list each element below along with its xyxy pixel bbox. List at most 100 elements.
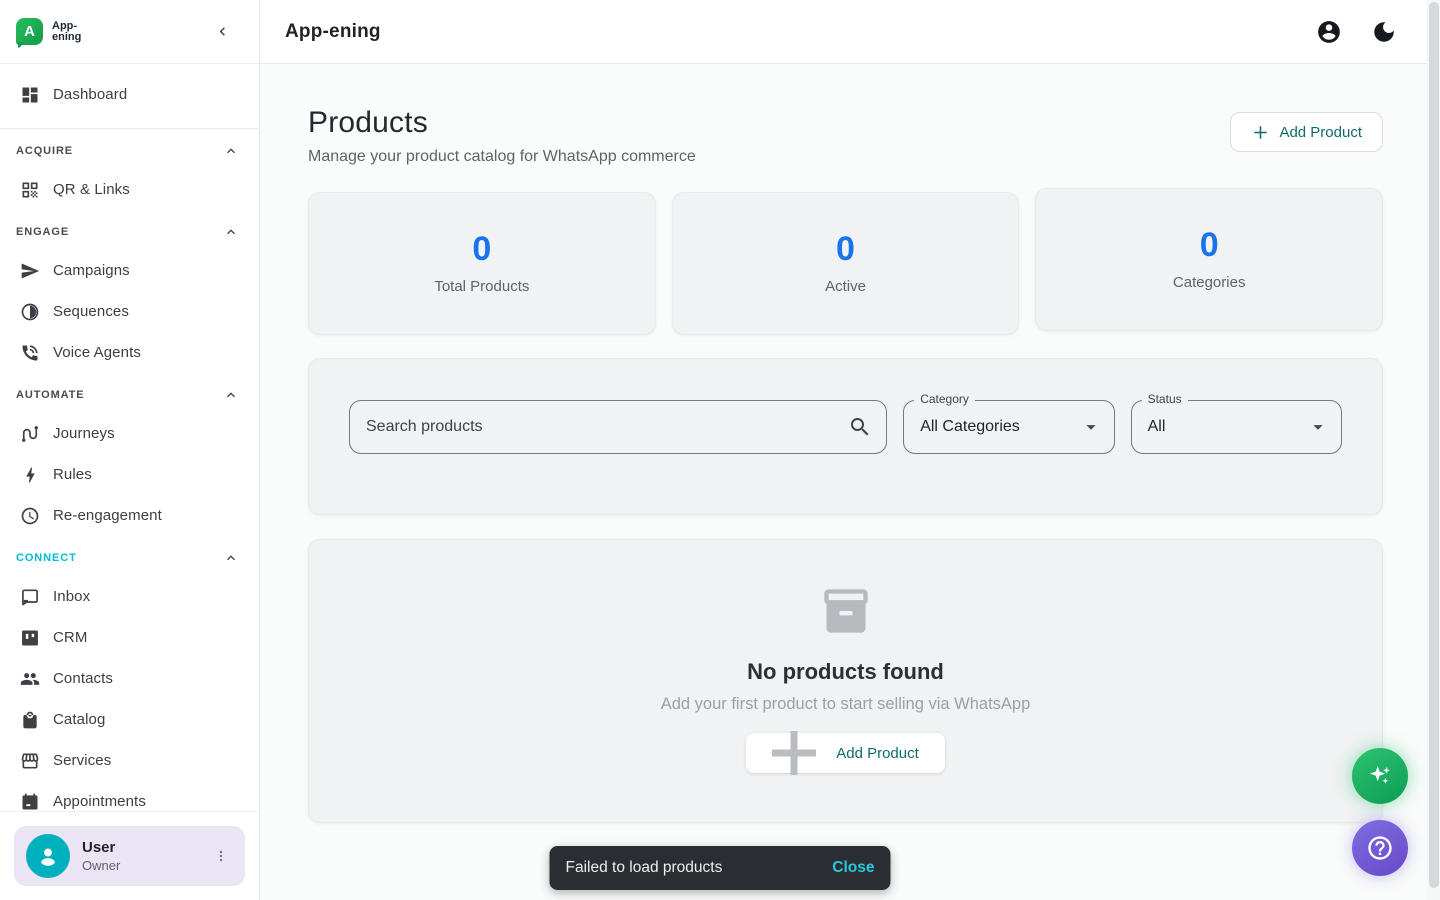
- dark-mode-toggle[interactable]: [1370, 18, 1398, 46]
- sidebar-section-engage[interactable]: ENGAGE: [0, 214, 259, 250]
- sidebar-divider: [0, 128, 259, 129]
- more-vert-icon: [212, 847, 230, 865]
- sidebar-item-sequences[interactable]: Sequences: [0, 291, 259, 332]
- help-fab[interactable]: [1352, 820, 1408, 876]
- person-icon: [34, 842, 62, 870]
- sidebar-item-dashboard[interactable]: Dashboard: [0, 74, 259, 115]
- chevron-up-icon: [223, 387, 239, 403]
- clock-icon: [20, 506, 40, 526]
- page-header: Products Manage your product catalog for…: [308, 108, 1383, 166]
- topbar-actions: [1315, 18, 1398, 46]
- user-meta: User Owner: [82, 839, 120, 873]
- logo-line1: App-: [52, 21, 81, 32]
- add-product-button[interactable]: Add Product: [1230, 112, 1383, 152]
- sidebar-header: A App- ening: [0, 0, 259, 64]
- stat-value: 0: [836, 232, 855, 266]
- sidebar-item-qr-links[interactable]: QR & Links: [0, 169, 259, 210]
- search-icon: [848, 415, 872, 439]
- sidebar-item-catalog[interactable]: Catalog: [0, 699, 259, 740]
- section-label: CONNECT: [16, 552, 77, 564]
- sparkles-icon: [1366, 762, 1394, 790]
- sidebar-item-rules[interactable]: Rules: [0, 454, 259, 495]
- chevron-up-icon: [223, 550, 239, 566]
- sidebar-item-label: Rules: [53, 466, 92, 483]
- empty-state: No products found Add your first product…: [308, 539, 1383, 823]
- user-avatar: [26, 834, 70, 878]
- filter-bar: Category All Categories Status All: [308, 358, 1383, 515]
- page-scrollbar: [1427, 0, 1440, 900]
- empty-add-product-label: Add Product: [836, 745, 919, 762]
- sidebar-item-label: Services: [53, 752, 111, 769]
- toast-message: Failed to load products: [566, 859, 723, 877]
- page-title: Products: [308, 108, 696, 138]
- add-product-label: Add Product: [1279, 124, 1362, 141]
- sidebar-item-re-engagement[interactable]: Re-engagement: [0, 495, 259, 536]
- sidebar-item-campaigns[interactable]: Campaigns: [0, 250, 259, 291]
- user-menu-button[interactable]: [209, 844, 233, 868]
- sidebar-item-label: Journeys: [53, 425, 115, 442]
- empty-state-title: No products found: [747, 659, 944, 685]
- ai-assistant-fab[interactable]: [1352, 748, 1408, 804]
- sidebar-item-inbox[interactable]: Inbox: [0, 576, 259, 617]
- category-select-label: Category: [914, 392, 975, 406]
- sidebar-item-label: Sequences: [53, 303, 129, 320]
- chevron-up-icon: [223, 224, 239, 240]
- sidebar-item-label: CRM: [53, 629, 87, 646]
- sidebar-item-label: QR & Links: [53, 181, 130, 198]
- app-logo: A: [16, 18, 43, 45]
- chevron-left-icon: [214, 23, 231, 40]
- sidebar-item-voice-agents[interactable]: Voice Agents: [0, 332, 259, 373]
- account-button[interactable]: [1315, 18, 1343, 46]
- inventory-box-icon: [820, 585, 872, 637]
- sidebar-item-label: Inbox: [53, 588, 90, 605]
- user-card[interactable]: User Owner: [14, 826, 245, 886]
- empty-add-product-button[interactable]: Add Product: [746, 733, 945, 773]
- search-input[interactable]: [350, 418, 848, 436]
- sidebar-item-label: Contacts: [53, 670, 113, 687]
- topbar-title: App-ening: [285, 21, 381, 43]
- account-circle-icon: [1316, 19, 1342, 45]
- sidebar-item-services[interactable]: Services: [0, 740, 259, 781]
- calendar-icon: [20, 792, 40, 812]
- toast-snackbar: Failed to load products Close: [550, 846, 891, 890]
- status-select[interactable]: Status All: [1131, 400, 1342, 454]
- stat-value: 0: [1200, 228, 1219, 262]
- stat-label: Categories: [1173, 274, 1246, 291]
- app-root: A App- ening Dashboard ACQUIRE QR & Link…: [0, 0, 1440, 900]
- sidebar-section-connect[interactable]: CONNECT: [0, 540, 259, 576]
- storefront-icon: [20, 751, 40, 771]
- empty-state-subtitle: Add your first product to start selling …: [661, 695, 1031, 714]
- sidebar-item-appointments[interactable]: Appointments: [0, 781, 259, 811]
- category-select[interactable]: Category All Categories: [903, 400, 1114, 454]
- main-content: Products Manage your product catalog for…: [260, 64, 1427, 900]
- toast-close-button[interactable]: Close: [832, 859, 874, 877]
- chevron-up-icon: [223, 143, 239, 159]
- stat-card-categories: 0 Categories: [1035, 188, 1383, 331]
- moon-icon: [1371, 19, 1397, 45]
- sidebar-item-contacts[interactable]: Contacts: [0, 658, 259, 699]
- sidebar: A App- ening Dashboard ACQUIRE QR & Link…: [0, 0, 260, 900]
- scrollbar-thumb[interactable]: [1429, 2, 1439, 888]
- qr-code-icon: [20, 180, 40, 200]
- chat-icon: [20, 587, 40, 607]
- section-label: ACQUIRE: [16, 145, 73, 157]
- people-icon: [20, 669, 40, 689]
- sidebar-section-acquire[interactable]: ACQUIRE: [0, 133, 259, 169]
- section-label: AUTOMATE: [16, 389, 85, 401]
- dashboard-icon: [20, 85, 40, 105]
- sidebar-collapse-button[interactable]: [209, 19, 235, 45]
- sidebar-nav: Dashboard ACQUIRE QR & Links ENGAGE Camp…: [0, 64, 259, 811]
- stat-card-total-products: 0 Total Products: [308, 192, 656, 335]
- sidebar-item-crm[interactable]: CRM: [0, 617, 259, 658]
- status-select-value: All: [1148, 418, 1307, 436]
- plus-icon: [766, 725, 822, 781]
- stats-row: 0 Total Products 0 Active 0 Categories: [308, 192, 1383, 335]
- bolt-icon: [20, 465, 40, 485]
- topbar: App-ening: [260, 0, 1440, 64]
- sidebar-item-label: Voice Agents: [53, 344, 141, 361]
- stat-value: 0: [472, 232, 491, 266]
- user-name: User: [82, 839, 120, 856]
- send-icon: [20, 261, 40, 281]
- sidebar-item-journeys[interactable]: Journeys: [0, 413, 259, 454]
- sidebar-section-automate[interactable]: AUTOMATE: [0, 377, 259, 413]
